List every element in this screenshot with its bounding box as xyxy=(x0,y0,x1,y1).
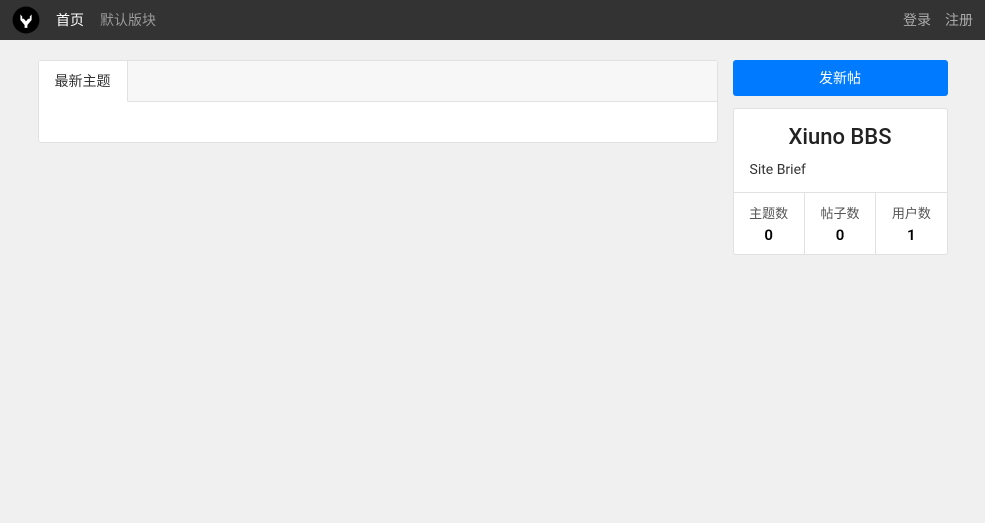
site-header: Xiuno BBS Site Brief xyxy=(734,109,947,192)
container: 最新主题 发新帖 Xiuno BBS Site Brief 主题数 0 帖子数 … xyxy=(23,40,963,255)
tab-latest[interactable]: 最新主题 xyxy=(39,61,128,102)
site-stats: 主题数 0 帖子数 0 用户数 1 xyxy=(734,192,947,254)
stat-posts-value: 0 xyxy=(809,226,871,244)
stat-threads-value: 0 xyxy=(738,226,800,244)
stat-users: 用户数 1 xyxy=(876,193,946,254)
nav-login[interactable]: 登录 xyxy=(903,10,931,30)
new-post-button[interactable]: 发新帖 xyxy=(733,60,948,96)
stat-posts: 帖子数 0 xyxy=(805,193,876,254)
stat-posts-label: 帖子数 xyxy=(809,203,871,222)
main-column: 最新主题 xyxy=(38,60,718,255)
stat-users-value: 1 xyxy=(880,226,942,244)
navbar-left: 首页 默认版块 xyxy=(12,6,156,34)
nav-register[interactable]: 注册 xyxy=(945,10,973,30)
navbar: 首页 默认版块 登录 注册 xyxy=(0,0,985,40)
thread-list-card: 最新主题 xyxy=(38,60,718,143)
site-brief: Site Brief xyxy=(750,162,931,178)
stat-threads: 主题数 0 xyxy=(734,193,805,254)
sidebar: 发新帖 Xiuno BBS Site Brief 主题数 0 帖子数 0 用户数… xyxy=(733,60,948,255)
stat-users-label: 用户数 xyxy=(880,203,942,222)
site-info-card: Xiuno BBS Site Brief 主题数 0 帖子数 0 用户数 1 xyxy=(733,108,948,255)
stat-threads-label: 主题数 xyxy=(738,203,800,222)
navbar-right: 登录 注册 xyxy=(903,10,973,30)
thread-list-body xyxy=(39,102,717,142)
tabs: 最新主题 xyxy=(39,61,717,102)
nav-default-board[interactable]: 默认版块 xyxy=(100,10,156,30)
logo-icon[interactable] xyxy=(12,6,40,34)
site-title: Xiuno BBS xyxy=(750,125,931,150)
nav-home[interactable]: 首页 xyxy=(56,10,84,30)
